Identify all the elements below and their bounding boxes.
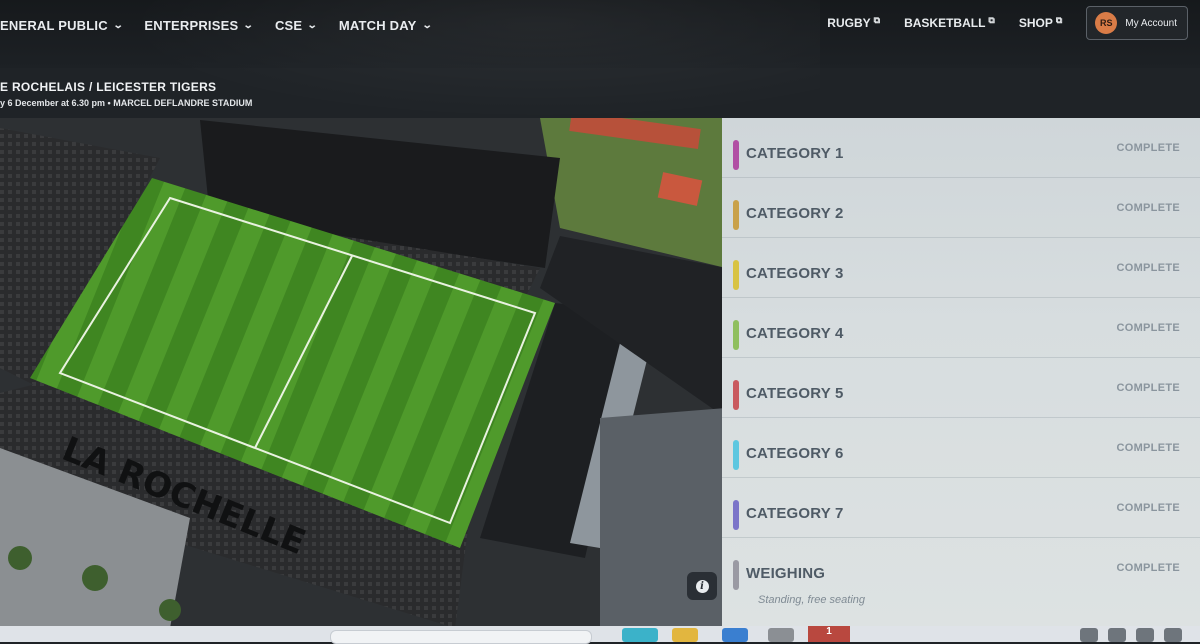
match-subtitle: y 6 December at 6.30 pm • MARCEL DEFLAND… [0,98,253,108]
category-note: Standing, free seating [758,594,866,606]
tree [82,565,108,591]
category-row[interactable]: CATEGORY 4 COMPLETE [722,298,1200,358]
category-status: COMPLETE [1116,442,1180,454]
link-label: SHOP [1018,16,1053,30]
menu-label: CSE [274,18,303,33]
category-status: COMPLETE [1116,322,1180,334]
match-header: E ROCHELAIS / LEICESTER TIGERS y 6 Decem… [0,80,252,108]
category-label: CATEGORY 5 [746,385,844,402]
stadium-map[interactable]: LA ROCHELLE [0,118,726,628]
external-link-icon: ⧉ [873,15,881,25]
category-row[interactable]: CATEGORY 2 COMPLETE [722,178,1200,238]
category-label: CATEGORY 1 [746,145,844,162]
tree [159,599,181,621]
category-label: CATEGORY 2 [746,205,844,222]
browser-icon[interactable] [622,628,658,642]
app-icon[interactable] [768,628,794,642]
avatar: RS [1095,12,1118,34]
category-status: COMPLETE [1116,382,1180,394]
category-color-bar [733,200,739,230]
menu-match-day[interactable]: MATCH DAY ⌄ [338,18,433,33]
menu-label: ENERAL PUBLIC [0,18,108,33]
category-label: WEIGHING [746,565,826,582]
category-row[interactable]: CATEGORY 7 COMPLETE [722,478,1200,538]
folder-icon[interactable] [672,628,698,642]
category-label: CATEGORY 4 [746,325,844,342]
category-color-bar [733,440,739,470]
category-color-bar [733,500,739,530]
shield-icon[interactable] [722,628,748,642]
category-color-bar [733,380,739,410]
shop-link[interactable]: SHOP ⧉ [1018,15,1063,31]
menu-label: ENTERPRISES [144,18,239,33]
chevron-down-icon: ⌄ [421,20,433,31]
info-icon: i [695,579,709,593]
category-label: CATEGORY 3 [746,265,844,282]
category-status: COMPLETE [1116,502,1180,514]
category-row[interactable]: CATEGORY 1 COMPLETE [722,118,1200,178]
category-panel: CATEGORY 1 COMPLETE CATEGORY 2 COMPLETE … [722,118,1200,626]
chevron-down-icon: ⌄ [307,20,319,31]
rugby-link[interactable]: RUGBY ⧉ [827,15,881,31]
tree [8,546,32,570]
system-tray-icon[interactable] [1108,628,1126,642]
category-color-bar [733,320,739,350]
notification-badge[interactable]: 1 [808,626,850,642]
account-label: My Account [1125,17,1177,29]
main-menu: ENERAL PUBLIC ⌄ ENTERPRISES ⌄ CSE ⌄ MATC… [0,18,453,33]
menu-cse[interactable]: CSE ⌄ [274,18,319,33]
category-status: COMPLETE [1116,142,1180,154]
external-link-icon: ⧉ [1055,15,1063,25]
category-row[interactable]: CATEGORY 5 COMPLETE [722,358,1200,418]
link-label: RUGBY [827,16,871,30]
system-tray-icon[interactable] [1164,628,1182,642]
top-navigation: ENERAL PUBLIC ⌄ ENTERPRISES ⌄ CSE ⌄ MATC… [0,0,1200,68]
category-row[interactable]: CATEGORY 3 COMPLETE [722,238,1200,298]
os-taskbar: 1 [0,626,1200,644]
system-tray-icon[interactable] [1080,628,1098,642]
match-title: E ROCHELAIS / LEICESTER TIGERS [0,80,217,94]
category-label: CATEGORY 7 [746,505,844,522]
info-button[interactable]: i [687,572,717,600]
chevron-down-icon: ⌄ [243,20,255,31]
chevron-down-icon: ⌄ [112,20,124,31]
category-row[interactable]: WEIGHING COMPLETE Standing, free seating [722,538,1200,626]
secondary-menu: RUGBY ⧉ BASKETBALL ⧉ SHOP ⧉ RS My Accoun… [827,6,1188,40]
menu-general-public[interactable]: ENERAL PUBLIC ⌄ [0,18,124,33]
category-color-bar [733,140,739,170]
system-tray-icon[interactable] [1136,628,1154,642]
menu-label: MATCH DAY [338,18,417,33]
category-label: CATEGORY 6 [746,445,844,462]
category-status: COMPLETE [1116,262,1180,274]
category-status: COMPLETE [1116,202,1180,214]
my-account-button[interactable]: RS My Account [1086,6,1188,40]
category-row[interactable]: CATEGORY 6 COMPLETE [722,418,1200,478]
menu-enterprises[interactable]: ENTERPRISES ⌄ [144,18,255,33]
category-color-bar [733,560,739,590]
basketball-link[interactable]: BASKETBALL ⧉ [904,15,995,31]
category-color-bar [733,260,739,290]
category-status: COMPLETE [1116,562,1180,574]
external-link-icon: ⧉ [988,15,995,25]
link-label: BASKETBALL [904,16,986,30]
